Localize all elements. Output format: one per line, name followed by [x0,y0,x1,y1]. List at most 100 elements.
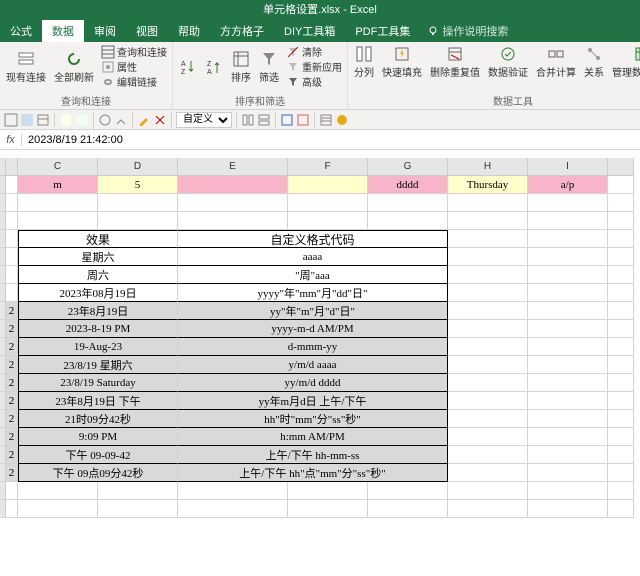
tab-help[interactable]: 帮助 [168,20,210,42]
cell[interactable]: yyyy-m-d AM/PM [178,320,448,338]
cell[interactable] [6,266,18,284]
cell[interactable]: 23年8月19日 下午 [18,392,178,410]
cell[interactable]: y/m/d aaaa [178,356,448,374]
cell[interactable]: 2 [6,338,18,356]
qat-icon[interactable] [241,113,255,127]
col-header[interactable]: G [368,158,448,176]
col-header[interactable]: F [288,158,368,176]
cell[interactable]: 效果 [18,230,178,248]
edit-links-button[interactable]: 编辑链接 [99,74,169,89]
data-validation-button[interactable]: 数据验证 [485,44,531,80]
cell[interactable]: 周六 [18,266,178,284]
qat-icon[interactable] [257,113,271,127]
cell[interactable]: 下午 09点09分42秒 [18,464,178,482]
qat-icon[interactable] [319,113,333,127]
cell[interactable]: 上午/下午 hh"点"mm"分"ss"秒" [178,464,448,482]
cell[interactable]: 2 [6,320,18,338]
qat-brush-icon[interactable] [137,113,151,127]
formula-input[interactable] [22,134,640,146]
manage-data-model-button[interactable]: 管理数据模型 [609,44,640,80]
properties-button[interactable]: 属性 [99,59,169,74]
cell[interactable]: 2 [6,302,18,320]
cell[interactable]: 23/8/19 Saturday [18,374,178,392]
qat-icon[interactable] [36,113,50,127]
cell[interactable]: yy年m月d日 上午/下午 [178,392,448,410]
cell[interactable]: 2 [6,446,18,464]
worksheet[interactable]: C D E F G H I m 5 dddd Thursday a/p 效果 自… [0,158,640,518]
col-header[interactable]: I [528,158,608,176]
cell[interactable]: 2 [6,392,18,410]
col-header[interactable]: D [98,158,178,176]
tab-ffgz[interactable]: 方方格子 [210,20,274,42]
cell[interactable]: h:mm AM/PM [178,428,448,446]
tab-view[interactable]: 视图 [126,20,168,42]
cell[interactable]: 9:09 PM [18,428,178,446]
qat-icon[interactable] [280,113,294,127]
cell[interactable]: hh"时"mm"分"ss"秒" [178,410,448,428]
cell[interactable]: 19-Aug-23 [18,338,178,356]
existing-connections-button[interactable]: 现有连接 [3,49,49,85]
filter-button[interactable]: 筛选 [256,49,282,85]
cell[interactable]: 23/8/19 星期六 [18,356,178,374]
cell[interactable]: 星期六 [18,248,178,266]
qat-icon[interactable] [114,113,128,127]
cell[interactable]: 2 [6,356,18,374]
cell[interactable]: 2 [6,374,18,392]
sort-button[interactable]: 排序 [228,49,254,85]
cell[interactable] [288,176,368,194]
cell[interactable]: 2023年08月19日 [18,284,178,302]
qat-icon[interactable] [153,113,167,127]
advanced-filter-button[interactable]: 高级 [284,74,344,89]
cell[interactable]: m [18,176,98,194]
cell[interactable]: 2023-8-19 PM [18,320,178,338]
text-to-columns-button[interactable]: 分列 [351,44,377,80]
remove-duplicates-button[interactable]: 删除重复值 [427,44,483,80]
tab-formula[interactable]: 公式 [0,20,42,42]
col-header[interactable]: C [18,158,98,176]
relationships-button[interactable]: 关系 [581,44,607,80]
cell[interactable]: aaaa [178,248,448,266]
cell[interactable] [6,248,18,266]
reapply-button[interactable]: 重新应用 [284,59,344,74]
cell[interactable]: 2 [6,464,18,482]
col-header[interactable]: E [178,158,288,176]
fx-label[interactable]: fx [0,134,22,146]
tab-review[interactable]: 审阅 [84,20,126,42]
sort-az-button[interactable]: AZ [176,57,200,77]
qat-icon[interactable] [20,113,34,127]
tab-diy[interactable]: DIY工具箱 [274,20,345,42]
tab-data[interactable]: 数据 [42,20,84,42]
tab-pdf[interactable]: PDF工具集 [345,20,420,42]
cell[interactable]: 上午/下午 hh-mm-ss [178,446,448,464]
consolidate-button[interactable]: 合并计算 [533,44,579,80]
cell[interactable]: 下午 09-09-42 [18,446,178,464]
cell[interactable]: 21时09分42秒 [18,410,178,428]
qat-icon[interactable] [335,113,349,127]
cell[interactable]: 自定义格式代码 [178,230,448,248]
cell[interactable]: "周"aaa [178,266,448,284]
refresh-all-button[interactable]: 全部刷新 [51,49,97,85]
cell[interactable]: Thursday [448,176,528,194]
cell[interactable]: 5 [98,176,178,194]
qat-icon[interactable] [98,113,112,127]
queries-connections-button[interactable]: 查询和连接 [99,44,169,59]
cell[interactable]: a/p [528,176,608,194]
cell[interactable]: 2 [6,428,18,446]
cell[interactable]: 23年8月19日 [18,302,178,320]
col-header[interactable]: H [448,158,528,176]
qat-icon[interactable] [75,113,89,127]
cell[interactable]: d-mmm-yy [178,338,448,356]
tell-me[interactable]: 操作说明搜索 [428,23,508,42]
qat-icon[interactable] [296,113,310,127]
cell[interactable] [6,284,18,302]
qat-icon[interactable] [4,113,18,127]
cell[interactable] [178,176,288,194]
cell[interactable]: dddd [368,176,448,194]
flash-fill-button[interactable]: 快速填充 [379,44,425,80]
style-select[interactable]: 自定义 [176,112,232,128]
cell[interactable]: yy/m/d dddd [178,374,448,392]
cell[interactable]: yy"年"m"月"d"日" [178,302,448,320]
qat-icon[interactable] [59,113,73,127]
sort-za-button[interactable]: ZA [202,57,226,77]
clear-filter-button[interactable]: 清除 [284,44,344,59]
